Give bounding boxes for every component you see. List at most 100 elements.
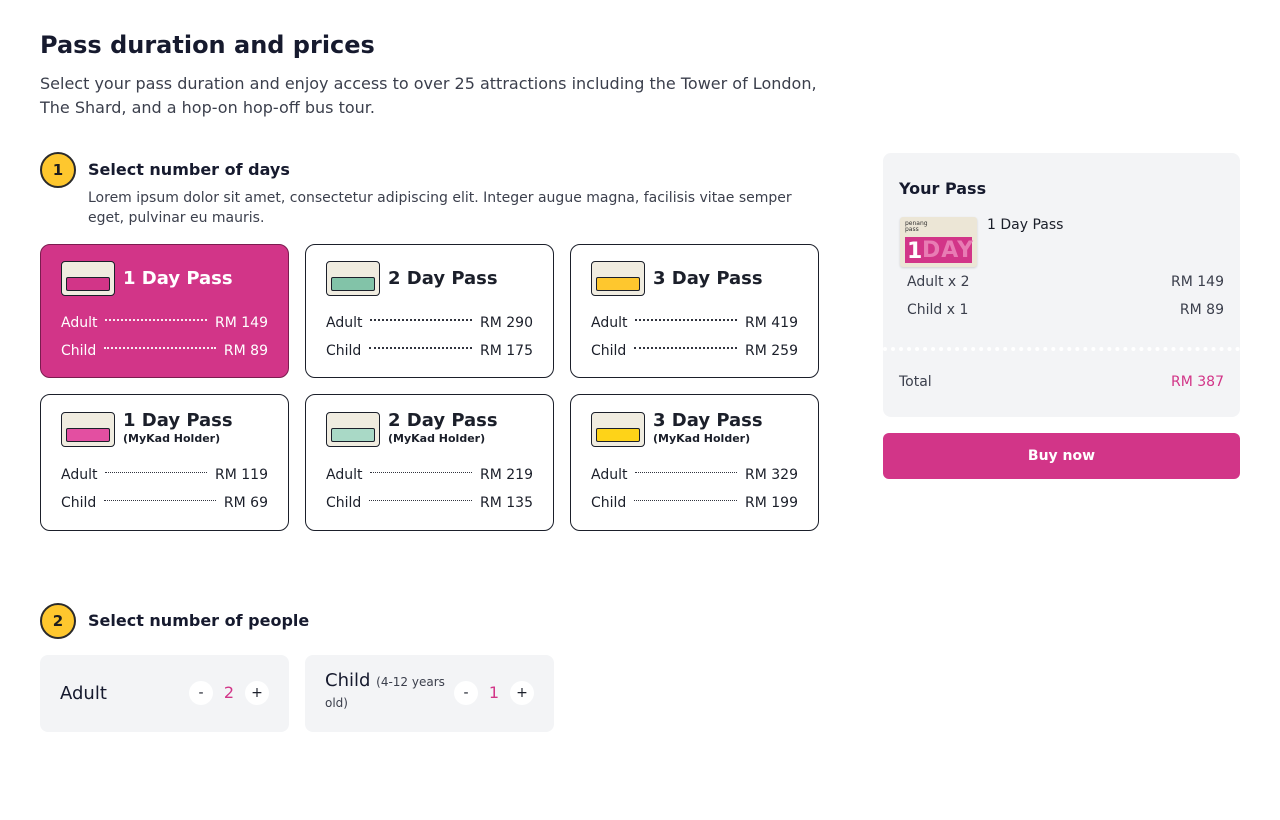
pass-ticket-stripe: [596, 277, 640, 291]
price-row-value: RM 69: [223, 495, 268, 511]
price-row-label: Adult: [326, 315, 363, 331]
pass-card-title: 2 Day Pass: [388, 410, 498, 431]
summary-line-price: RM 149: [1171, 274, 1224, 290]
pass-option-card[interactable]: 2 Day Pass Adult RM 290 Child RM 175: [305, 244, 554, 378]
dotted-leader: [370, 319, 473, 321]
dotted-leader: [635, 319, 738, 321]
price-row-label: Adult: [591, 467, 628, 483]
pass-card-header: 3 Day Pass: [591, 261, 763, 296]
pass-summary-panel: Your Pass penang pass 1 DAY 1 Day Pass A…: [883, 153, 1240, 417]
price-row-value: RM 135: [480, 495, 533, 511]
child-increment-button[interactable]: +: [510, 681, 534, 705]
child-age-range-cont: old): [325, 696, 348, 710]
price-row-value: RM 259: [745, 343, 798, 359]
adult-increment-button[interactable]: +: [245, 681, 269, 705]
total-label: Total: [899, 374, 932, 390]
summary-line-child: Child x 1 RM 89: [907, 302, 1224, 318]
pass-price-row-child: Child RM 135: [326, 495, 533, 511]
child-counter: Child (4-12 years old) - 1 +: [305, 655, 554, 732]
pass-card-header: 3 Day Pass (MyKad Holder): [591, 411, 763, 447]
price-row-value: RM 89: [223, 343, 268, 359]
pass-option-card[interactable]: 3 Day Pass Adult RM 419 Child RM 259: [570, 244, 819, 378]
pass-price-row-adult: Adult RM 119: [61, 467, 268, 483]
pass-card-title: 3 Day Pass: [653, 410, 763, 431]
dotted-leader: [105, 471, 208, 473]
pass-card-title-wrap: 2 Day Pass (MyKad Holder): [380, 411, 498, 447]
adult-decrement-button[interactable]: -: [189, 681, 213, 705]
price-row-label: Child: [326, 343, 362, 359]
summary-title: Your Pass: [899, 179, 987, 198]
price-row-label: Adult: [326, 467, 363, 483]
summary-total: Total RM 387: [899, 374, 1224, 390]
child-label: Child: [325, 670, 371, 691]
price-row-label: Child: [326, 495, 362, 511]
pass-card-title: 1 Day Pass: [123, 410, 233, 431]
total-value: RM 387: [1171, 374, 1224, 390]
pass-ticket-stripe: [331, 277, 375, 291]
perforation-divider: [883, 347, 1240, 351]
dotted-leader: [369, 499, 473, 501]
pass-card-subtitle: (MyKad Holder): [388, 432, 486, 445]
pass-price-row-child: Child RM 259: [591, 343, 798, 359]
pass-thumbnail-number: 1: [907, 239, 923, 264]
price-row-value: RM 199: [745, 495, 798, 511]
summary-pass-name: 1 Day Pass: [987, 217, 1064, 233]
adult-counter: Adult - 2 +: [40, 655, 289, 732]
pass-card-title: 1 Day Pass: [123, 267, 233, 289]
pass-ticket-stripe: [331, 427, 375, 442]
pass-ticket-icon: [326, 261, 380, 296]
adult-count: 2: [223, 683, 235, 702]
price-row-value: RM 119: [215, 467, 268, 483]
pass-card-title-wrap: 1 Day Pass (MyKad Holder): [115, 411, 233, 447]
price-row-value: RM 219: [480, 467, 533, 483]
price-row-value: RM 329: [745, 467, 798, 483]
price-row-label: Child: [591, 495, 627, 511]
pass-card-title-wrap: 3 Day Pass: [645, 268, 763, 289]
pass-thumbnail-word: DAY: [922, 238, 975, 263]
pass-card-subtitle: (MyKad Holder): [653, 432, 751, 445]
dotted-leader: [635, 471, 738, 473]
step-1-title: Select number of days: [88, 160, 290, 179]
summary-line-label: Child x 1: [907, 302, 969, 318]
pass-price-row-adult: Adult RM 219: [326, 467, 533, 483]
price-row-value: RM 175: [480, 343, 533, 359]
dotted-leader: [369, 347, 473, 349]
price-row-label: Child: [61, 343, 97, 359]
pass-card-title-wrap: 2 Day Pass: [380, 267, 498, 289]
pass-card-title-wrap: 1 Day Pass: [115, 267, 233, 289]
pass-option-card[interactable]: 1 Day Pass Adult RM 149 Child RM 89: [40, 244, 289, 378]
dotted-leader: [634, 499, 738, 501]
pass-ticket-stripe: [596, 427, 640, 442]
pass-price-row-child: Child RM 175: [326, 343, 533, 359]
pass-option-card[interactable]: 2 Day Pass (MyKad Holder) Adult RM 219 Child…: [305, 394, 554, 531]
pass-price-row-adult: Adult RM 419: [591, 315, 798, 331]
dotted-leader: [634, 347, 738, 349]
step-1-description: Lorem ipsum dolor sit amet, consectetur …: [88, 190, 792, 226]
pass-price-row-adult: Adult RM 329: [591, 467, 798, 483]
child-label-wrap: Child (4-12 years old): [325, 671, 445, 713]
pass-card-header: 2 Day Pass: [326, 261, 498, 296]
pass-card-title: 2 Day Pass: [388, 267, 498, 289]
price-row-label: Adult: [61, 315, 98, 331]
child-decrement-button[interactable]: -: [454, 681, 478, 705]
pass-thumbnail-brand: penang pass: [905, 220, 928, 233]
pass-ticket-icon: [591, 411, 645, 447]
price-row-label: Adult: [61, 467, 98, 483]
pass-ticket-stripe: [66, 277, 110, 291]
price-row-value: RM 149: [215, 315, 268, 331]
pass-thumbnail: penang pass 1 DAY: [900, 217, 977, 267]
pass-option-card[interactable]: 1 Day Pass (MyKad Holder) Adult RM 119 Child…: [40, 394, 289, 531]
price-row-value: RM 290: [480, 315, 533, 331]
price-row-label: Adult: [591, 315, 628, 331]
pass-card-header: 1 Day Pass: [61, 261, 233, 296]
pass-option-card[interactable]: 3 Day Pass (MyKad Holder) Adult RM 329 Child…: [570, 394, 819, 531]
dotted-leader: [105, 319, 208, 321]
buy-now-button[interactable]: Buy now: [883, 433, 1240, 479]
dotted-leader: [370, 471, 473, 473]
pass-ticket-icon: [61, 411, 115, 447]
pass-price-row-adult: Adult RM 149: [61, 315, 268, 331]
pass-ticket-icon: [591, 261, 645, 296]
page-description: Select your pass duration and enjoy acce…: [40, 74, 817, 117]
dotted-leader: [104, 347, 216, 349]
pass-card-header: 1 Day Pass (MyKad Holder): [61, 411, 233, 447]
